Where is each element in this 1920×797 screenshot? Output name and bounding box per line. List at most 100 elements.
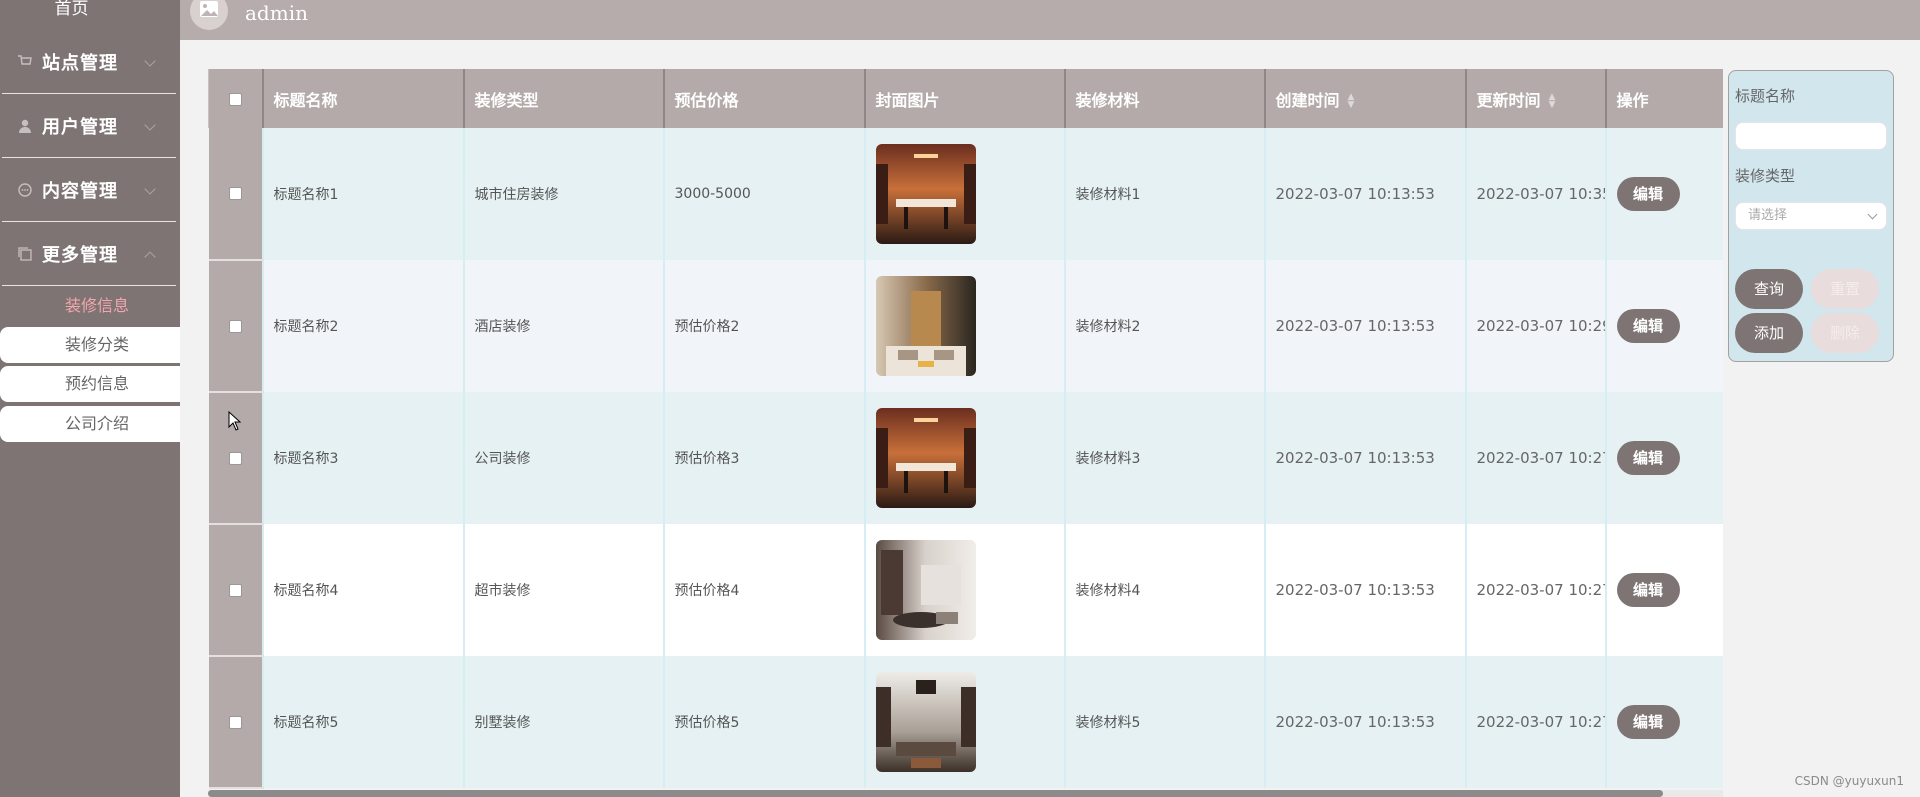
menu-user-management[interactable]: 用户管理 <box>2 95 176 158</box>
title-filter-label: 标题名称 <box>1735 87 1796 105</box>
cover-image[interactable] <box>875 408 976 508</box>
sort-icon[interactable]: ▲ ▼ <box>1549 93 1556 110</box>
username[interactable]: admin <box>245 0 308 26</box>
top-header: admin <box>180 0 1920 40</box>
add-button[interactable]: 添加 <box>1735 313 1803 353</box>
cell-updated-time: 2022-03-07 10:29 <box>1464 260 1606 392</box>
cell-cover-image <box>863 656 1065 788</box>
column-header-label: 创建时间 <box>1275 90 1340 110</box>
cell-actions: 编辑 <box>1604 656 1723 788</box>
submenu-decoration-category[interactable]: 装修分类 <box>0 327 180 363</box>
cell-actions: 编辑 <box>1604 260 1723 392</box>
sidebar-home[interactable]: 首页 <box>0 0 143 22</box>
row-checkbox[interactable] <box>228 187 242 200</box>
row-select-cell <box>208 128 263 261</box>
row-checkbox[interactable] <box>228 451 242 465</box>
row-select-cell <box>208 524 263 657</box>
row-select-cell <box>208 656 263 789</box>
cover-image[interactable] <box>875 540 976 640</box>
cart-icon <box>16 53 34 71</box>
sort-icon[interactable]: ▲ ▼ <box>1348 93 1355 110</box>
cell-title: 标题名称5 <box>261 656 464 788</box>
type-select-placeholder: 请选择 <box>1748 208 1788 223</box>
query-button[interactable]: 查询 <box>1735 269 1803 309</box>
row-select-cell <box>208 260 263 393</box>
cell-actions: 编辑 <box>1604 128 1723 260</box>
cell-type: 酒店装修 <box>462 260 664 392</box>
search-panel: 标题名称 装修类型 请选择 查询 重置 添加 删除 <box>1728 70 1894 362</box>
menu-more-management[interactable]: 更多管理 <box>2 223 176 286</box>
submenu-decoration-info[interactable]: 装修信息 <box>0 292 180 320</box>
cell-price: 预估价格4 <box>662 524 865 656</box>
cell-created-time: 2022-03-07 10:13:53 <box>1263 128 1466 260</box>
chat-icon <box>16 181 34 199</box>
cell-material: 装修材料1 <box>1063 128 1265 260</box>
cell-material: 装修材料2 <box>1063 260 1265 392</box>
watermark: CSDN @yuyuxun1 <box>1794 774 1904 788</box>
cell-material: 装修材料4 <box>1063 524 1265 656</box>
cell-cover-image <box>863 128 1065 260</box>
cell-updated-time: 2022-03-07 10:27 <box>1464 524 1606 656</box>
reset-button[interactable]: 重置 <box>1811 269 1879 309</box>
cell-type: 城市住房装修 <box>462 128 664 260</box>
table-row: 标题名称2 酒店装修 预估价格2 装修材料2 2022-03-07 10:13:… <box>208 260 1723 393</box>
cell-cover-image <box>863 392 1065 524</box>
cover-image[interactable] <box>875 276 976 376</box>
cell-updated-time: 2022-03-07 10:35 <box>1464 128 1606 260</box>
edit-button[interactable]: 编辑 <box>1616 573 1680 607</box>
cell-type: 别墅装修 <box>462 656 664 788</box>
cell-actions: 编辑 <box>1604 524 1723 656</box>
cell-created-time: 2022-03-07 10:13:53 <box>1263 260 1466 392</box>
edit-button[interactable]: 编辑 <box>1616 705 1680 739</box>
cell-price: 预估价格5 <box>662 656 865 788</box>
cover-image[interactable] <box>875 144 976 244</box>
cell-title: 标题名称4 <box>261 524 464 656</box>
edit-button[interactable]: 编辑 <box>1616 441 1680 475</box>
menu-label: 站点管理 <box>42 53 118 74</box>
user-icon <box>16 117 34 135</box>
row-checkbox[interactable] <box>228 715 242 729</box>
cell-price: 预估价格3 <box>662 392 865 524</box>
title-search-input[interactable] <box>1735 122 1887 150</box>
cell-updated-time: 2022-03-07 10:27 <box>1464 392 1606 524</box>
select-all-checkbox[interactable] <box>228 93 242 106</box>
column-header-sortable[interactable]: 创建时间 ▲ ▼ <box>1264 69 1467 128</box>
column-header: 封面图片 <box>864 69 1066 128</box>
edit-button[interactable]: 编辑 <box>1616 177 1680 211</box>
row-checkbox[interactable] <box>228 583 242 597</box>
avatar[interactable] <box>190 0 228 30</box>
cell-material: 装修材料3 <box>1063 392 1265 524</box>
submenu-company-intro[interactable]: 公司介绍 <box>0 406 180 442</box>
cell-title: 标题名称2 <box>261 260 464 392</box>
chevron-down-icon <box>144 55 156 67</box>
cell-title: 标题名称1 <box>261 128 464 260</box>
cell-cover-image <box>863 524 1065 656</box>
chevron-up-icon <box>144 251 156 263</box>
menu-label: 内容管理 <box>42 181 118 202</box>
horizontal-scrollbar-thumb[interactable] <box>208 790 1663 797</box>
cell-cover-image <box>863 260 1065 392</box>
data-table-container: 标题名称 装修类型 预估价格 封面图片 装修材料 创建时间 ▲ ▼ 更新时间 ▲ ▼ 操… <box>208 69 1723 792</box>
cell-updated-time: 2022-03-07 10:27 <box>1464 656 1606 788</box>
row-checkbox[interactable] <box>228 319 242 333</box>
chevron-down-icon <box>144 119 156 131</box>
data-table: 标题名称 装修类型 预估价格 封面图片 装修材料 创建时间 ▲ ▼ 更新时间 ▲ ▼ 操… <box>208 69 1723 789</box>
column-header-sortable[interactable]: 更新时间 ▲ ▼ <box>1465 69 1607 128</box>
delete-button[interactable]: 删除 <box>1811 313 1879 353</box>
select-all-cell <box>208 69 264 128</box>
submenu-appointment-info[interactable]: 预约信息 <box>0 366 180 402</box>
cell-title: 标题名称3 <box>261 392 464 524</box>
cell-price: 预估价格2 <box>662 260 865 392</box>
type-filter-label: 装修类型 <box>1735 167 1796 185</box>
menu-site-management[interactable]: 站点管理 <box>2 31 176 94</box>
table-row: 标题名称1 城市住房装修 3000-5000 装修材料1 2022-03-07 … <box>208 128 1723 261</box>
menu-content-management[interactable]: 内容管理 <box>2 159 176 222</box>
sidebar: 首页 站点管理 用户管理 内容管理 更多管理 装修信息 装修分类 预约信息 公司… <box>0 0 180 797</box>
cell-material: 装修材料5 <box>1063 656 1265 788</box>
edit-button[interactable]: 编辑 <box>1616 309 1680 343</box>
cover-image[interactable] <box>875 672 976 772</box>
column-header: 装修类型 <box>463 69 665 128</box>
type-select[interactable]: 请选择 <box>1735 202 1887 230</box>
column-header: 操作 <box>1605 69 1723 128</box>
column-header-label: 更新时间 <box>1476 90 1541 110</box>
